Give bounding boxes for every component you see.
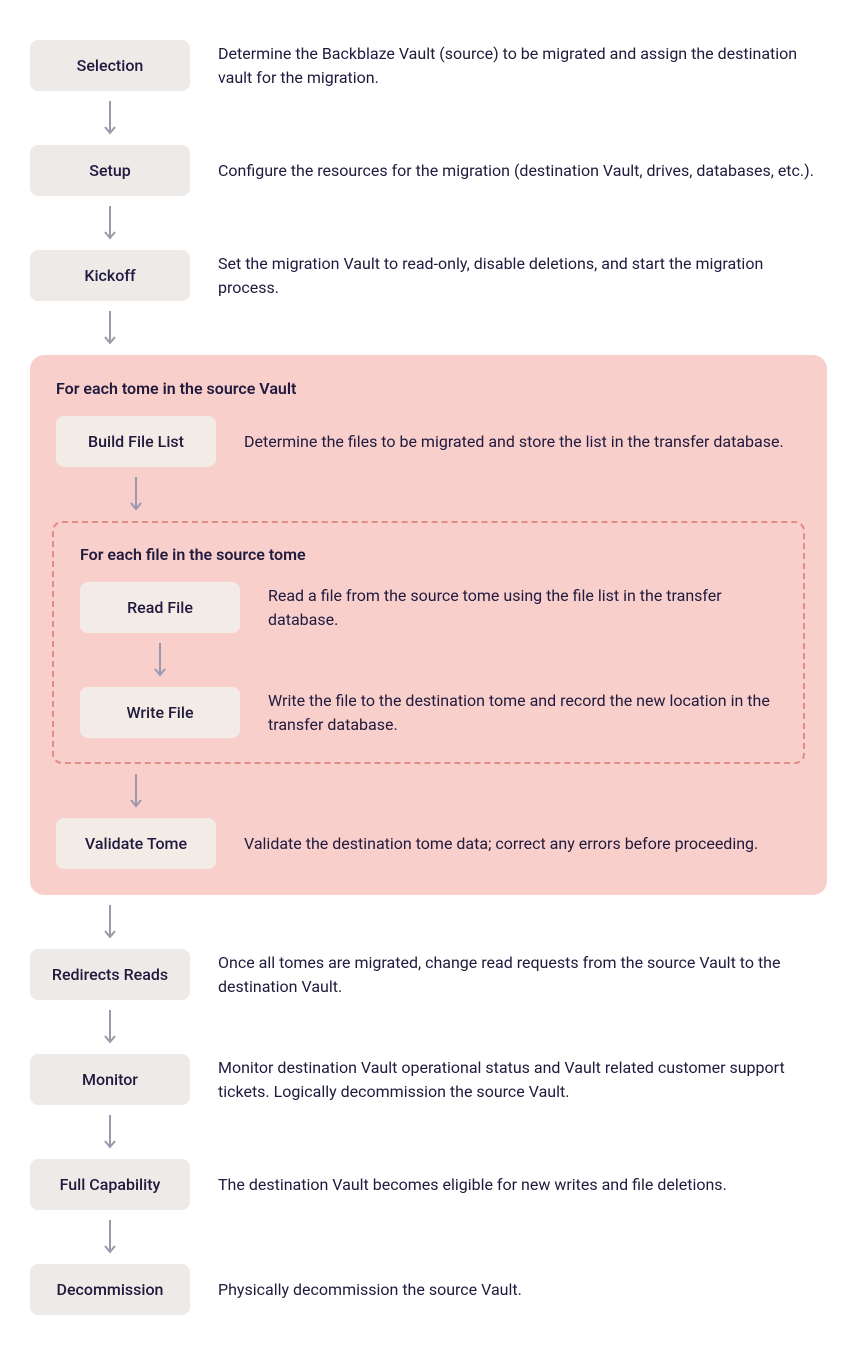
- step-box-redirects-reads: Redirects Reads: [30, 949, 190, 1000]
- arrow-down-icon: [30, 1210, 190, 1264]
- step-desc-build-file-list: Determine the files to be migrated and s…: [244, 430, 809, 453]
- step-desc-setup: Configure the resources for the migratio…: [218, 159, 827, 182]
- step-desc-monitor: Monitor destination Vault operational st…: [218, 1056, 827, 1102]
- step-desc-read-file: Read a file from the source tome using t…: [268, 584, 785, 630]
- step-read-file: Read File Read a file from the source to…: [80, 582, 785, 633]
- step-desc-selection: Determine the Backblaze Vault (source) t…: [218, 42, 827, 88]
- step-box-full-capability: Full Capability: [30, 1159, 190, 1210]
- arrow-down-icon: [30, 895, 190, 949]
- step-redirects-reads: Redirects Reads Once all tomes are migra…: [30, 949, 827, 1000]
- step-validate-tome: Validate Tome Validate the destination t…: [56, 818, 809, 869]
- inner-loop: For each file in the source tome Read Fi…: [52, 521, 805, 764]
- step-box-write-file: Write File: [80, 687, 240, 738]
- step-box-selection: Selection: [30, 40, 190, 91]
- step-desc-decommission: Physically decommission the source Vault…: [218, 1278, 827, 1301]
- arrow-down-icon: [56, 467, 216, 521]
- step-box-build-file-list: Build File List: [56, 416, 216, 467]
- step-setup: Setup Configure the resources for the mi…: [30, 145, 827, 196]
- step-desc-redirects-reads: Once all tomes are migrated, change read…: [218, 951, 827, 997]
- step-box-kickoff: Kickoff: [30, 250, 190, 301]
- step-full-capability: Full Capability The destination Vault be…: [30, 1159, 827, 1210]
- step-monitor: Monitor Monitor destination Vault operat…: [30, 1054, 827, 1105]
- step-desc-write-file: Write the file to the destination tome a…: [268, 689, 785, 735]
- step-desc-validate-tome: Validate the destination tome data; corr…: [244, 832, 809, 855]
- step-selection: Selection Determine the Backblaze Vault …: [30, 40, 827, 91]
- outer-loop: For each tome in the source Vault Build …: [30, 355, 827, 895]
- step-box-validate-tome: Validate Tome: [56, 818, 216, 869]
- step-box-setup: Setup: [30, 145, 190, 196]
- step-write-file: Write File Write the file to the destina…: [80, 687, 785, 738]
- arrow-down-icon: [56, 764, 216, 818]
- arrow-down-icon: [30, 301, 190, 355]
- arrow-down-icon: [80, 633, 240, 687]
- arrow-down-icon: [30, 196, 190, 250]
- arrow-down-icon: [30, 91, 190, 145]
- step-box-read-file: Read File: [80, 582, 240, 633]
- step-build-file-list: Build File List Determine the files to b…: [56, 416, 809, 467]
- outer-loop-title: For each tome in the source Vault: [56, 379, 805, 398]
- step-kickoff: Kickoff Set the migration Vault to read-…: [30, 250, 827, 301]
- flowchart: Selection Determine the Backblaze Vault …: [30, 40, 827, 1315]
- arrow-down-icon: [30, 1105, 190, 1159]
- step-desc-kickoff: Set the migration Vault to read-only, di…: [218, 252, 827, 298]
- inner-loop-title: For each file in the source tome: [80, 545, 781, 564]
- step-box-monitor: Monitor: [30, 1054, 190, 1105]
- arrow-down-icon: [30, 1000, 190, 1054]
- step-desc-full-capability: The destination Vault becomes eligible f…: [218, 1173, 827, 1196]
- step-decommission: Decommission Physically decommission the…: [30, 1264, 827, 1315]
- step-box-decommission: Decommission: [30, 1264, 190, 1315]
